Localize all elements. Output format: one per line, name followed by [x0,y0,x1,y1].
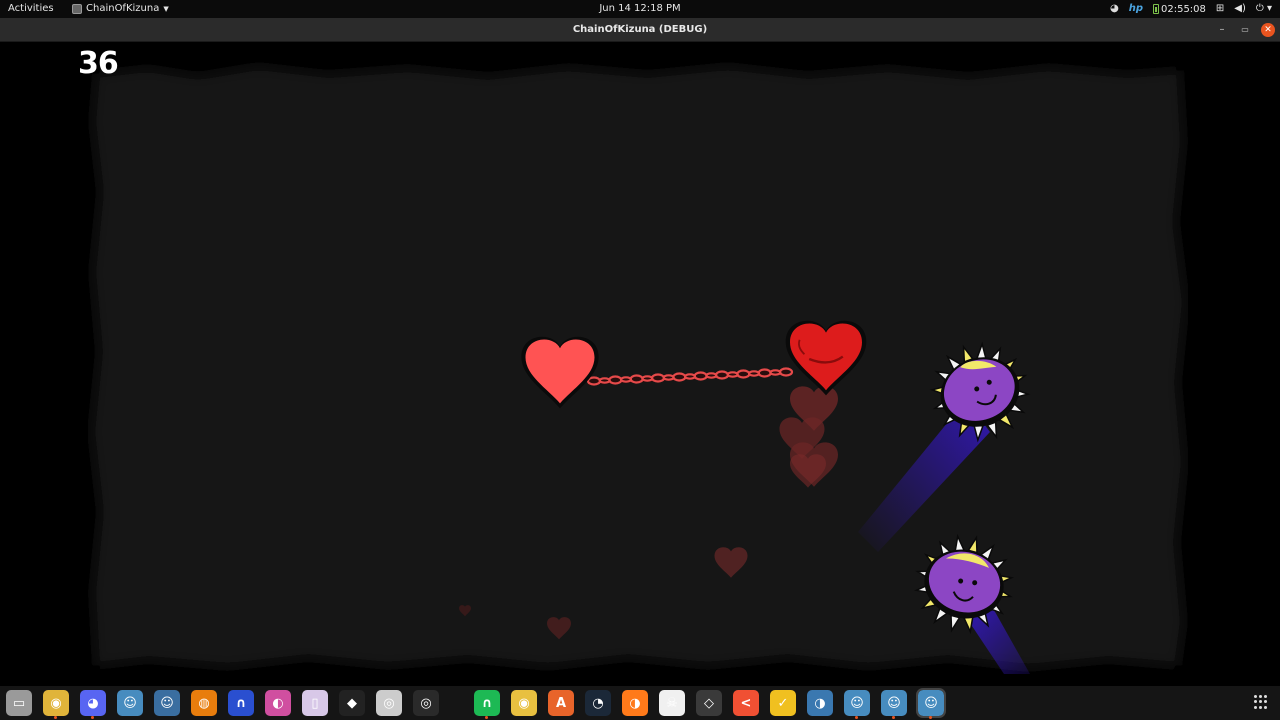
obs-icon[interactable]: ◎ [376,690,402,716]
chevron-down-icon: ▼ [163,4,169,13]
volume-icon[interactable]: ◀) [1234,2,1246,16]
firefox-icon[interactable]: ◑ [622,690,648,716]
maximize-button[interactable]: ▭ [1238,23,1252,37]
running-indicator [892,716,895,719]
running-indicator [91,716,94,719]
chrome-icon[interactable]: ◉ [43,690,69,719]
pirate-icon[interactable]: ☠ [659,690,685,716]
python-icon[interactable]: ◑ [807,690,833,716]
unity-icon[interactable]: ◇ [696,690,722,716]
obs-studio-icon[interactable]: ◎ [413,690,439,716]
activities-button[interactable]: Activities [8,3,54,14]
steam-icon[interactable]: ◔ [585,690,611,716]
discord-tray-icon[interactable]: ◕ [1110,2,1119,16]
inkscape-icon[interactable]: ◆ [339,690,365,716]
app-menu-label: ChainOfKizuna [86,3,160,14]
files-icon[interactable]: ▭ [6,690,32,716]
window-title: ChainOfKizuna (DEBUG) [572,24,708,35]
power-icon[interactable]: ⏻ ▾ [1256,2,1272,16]
app-menu-icon [72,3,82,14]
dock-apps: ▭ ◉ ◕ ☺ ☺ ◍ ∩ ◐ ▯ ◆ ◎ ◎ ∩ ◉ A ◔ ◑ ☠ ◇ < ✓ ◑ ☺ ☺ ☺ [6,688,955,719]
timer-label: 02:55:08 [1160,3,1206,15]
spotify-icon[interactable]: ∩ [474,690,500,719]
godot-icon[interactable]: ☺ [881,690,907,719]
game-arena [91,66,1186,674]
godot-icon[interactable]: ☺ [844,690,870,719]
godot-icon[interactable]: ☺ [117,690,143,716]
blender-icon[interactable]: ◍ [191,690,217,716]
dock: ▭ ◉ ◕ ☺ ☺ ◍ ∩ ◐ ▯ ◆ ◎ ◎ ∩ ◉ A ◔ ◑ ☠ ◇ < ✓ ◑ ☺ ☺ ☺ [0,686,1280,720]
close-button[interactable]: ✕ [1261,23,1275,37]
software-icon[interactable]: A [548,690,574,716]
headphones-icon[interactable]: ∩ [228,690,254,716]
show-applications-icon[interactable] [1254,695,1268,709]
rhythmbox-icon[interactable]: ◉ [511,690,537,716]
running-indicator [485,716,488,719]
discord-icon[interactable]: ◕ [80,690,106,719]
game-viewport[interactable]: 36 [0,42,1280,686]
krita-icon[interactable]: ◐ [265,690,291,716]
timer-indicator[interactable]: 02:55:08 [1152,3,1206,15]
minimize-button[interactable]: – [1215,23,1229,37]
score-counter: 36 [78,46,119,81]
godot-icon[interactable]: ☺ [916,688,946,719]
running-indicator [54,716,57,719]
network-icon[interactable]: ⊞ [1216,2,1224,16]
notes-icon[interactable]: ▯ [302,690,328,716]
app-menu[interactable]: ChainOfKizuna ▼ [72,3,169,14]
arena-background [91,66,1186,668]
system-tray: ◕ hp 02:55:08 ⊞ ◀) ⏻ ▾ [1110,2,1272,16]
clock[interactable]: Jun 14 12:18 PM [599,3,680,14]
window-titlebar[interactable]: ChainOfKizuna (DEBUG) – ▭ ✕ [0,18,1280,42]
running-indicator [929,716,932,719]
hp-tray-icon[interactable]: hp [1129,2,1143,16]
godot-icon[interactable]: ☺ [154,690,180,716]
battery-icon [1152,4,1159,14]
top-bar: Activities ChainOfKizuna ▼ Jun 14 12:18 … [0,0,1280,18]
running-indicator [855,716,858,719]
git-icon[interactable]: < [733,690,759,716]
vscode-icon[interactable]: ✓ [770,690,796,716]
